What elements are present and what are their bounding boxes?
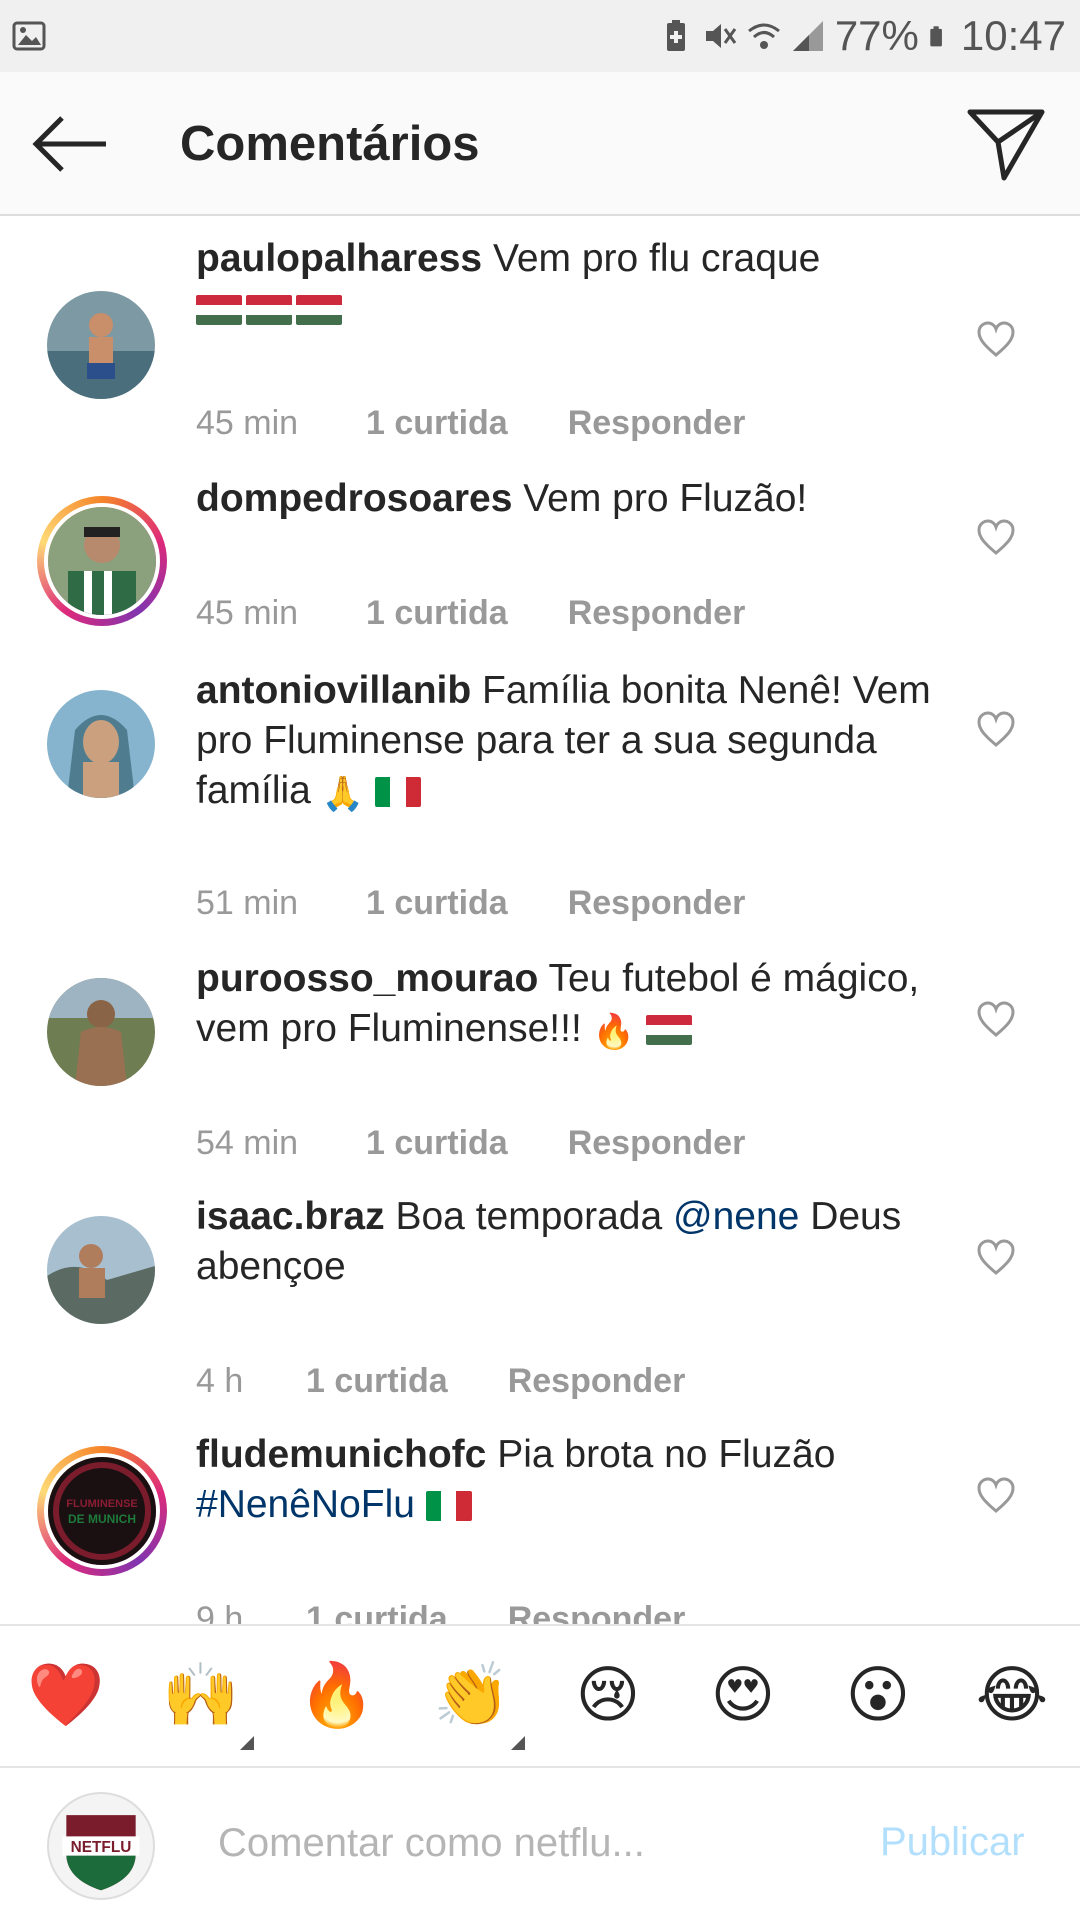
reply-button[interactable]: Responder (508, 1600, 686, 1624)
comments-list[interactable]: paulopalharess Vem pro flu craque 45 min… (0, 216, 1080, 1624)
emoji-crying-button[interactable]: 😢 (568, 1656, 648, 1736)
reply-button[interactable]: Responder (568, 884, 746, 923)
comment-time: 45 min (196, 404, 299, 442)
like-heart-icon[interactable] (976, 518, 1016, 556)
my-avatar: NETFLU (47, 1792, 155, 1900)
like-heart-icon[interactable] (976, 710, 1016, 748)
comment-time: 54 min (196, 1124, 299, 1162)
comment-meta: 9 h 1 curtida Responder (196, 1600, 685, 1624)
battery-percent: 77% (834, 12, 919, 59)
avatar-logo-text: FLUMINENSE (66, 1498, 138, 1510)
comment-likes[interactable]: 1 curtida (306, 1600, 448, 1624)
comment-meta: 45 min 1 curtida Responder (196, 594, 745, 633)
signal-icon (792, 21, 823, 51)
emoji-heart-eyes-button[interactable]: 😍 (703, 1656, 783, 1736)
avatar[interactable] (47, 690, 155, 798)
comment-likes[interactable]: 1 curtida (366, 1124, 508, 1163)
mute-icon (705, 24, 737, 48)
skin-tone-indicator-icon (240, 1736, 254, 1750)
comment-username[interactable]: isaac.braz (196, 1195, 385, 1238)
comment-text: paulopalharess Vem pro flu craque (196, 234, 936, 334)
emoji-raised-hands-button[interactable]: 🙌 (161, 1656, 241, 1736)
hashtag-link[interactable]: #NenêNoFlu (196, 1483, 415, 1526)
emoji-fire-button[interactable]: 🔥 (297, 1656, 377, 1736)
hungary-flag-emoji (296, 295, 342, 325)
like-heart-icon[interactable] (976, 1238, 1016, 1276)
avatar[interactable] (47, 291, 155, 399)
direct-send-icon[interactable] (966, 106, 1046, 182)
avatar[interactable] (37, 496, 167, 626)
comment-meta: 54 min 1 curtida Responder (196, 1124, 745, 1163)
comment-time: 4 h (196, 1362, 244, 1400)
avatar[interactable] (47, 1216, 155, 1324)
back-arrow-icon[interactable] (30, 112, 110, 176)
battery-icon (930, 26, 942, 47)
comment-text: puroosso_mourao Teu futebol é mágico, ve… (196, 954, 936, 1057)
reply-button[interactable]: Responder (568, 594, 746, 633)
skin-tone-indicator-icon (511, 1736, 525, 1750)
hungary-flag-emoji (196, 295, 242, 325)
comment-username[interactable]: fludemunichofc (196, 1433, 486, 1476)
status-bar: 77% 10:47 (0, 0, 1080, 72)
comment-text: fludemunichofc Pia brota no Fluzão #Nenê… (196, 1430, 936, 1530)
italy-flag-emoji (425, 1491, 472, 1521)
wifi-icon (747, 23, 780, 49)
comment-likes[interactable]: 1 curtida (366, 594, 508, 633)
reply-button[interactable]: Responder (568, 1124, 746, 1163)
avatar[interactable] (47, 978, 155, 1086)
emoji-laughing-button[interactable]: 😂 (972, 1656, 1052, 1736)
fire-emoji: 🔥 (592, 1013, 635, 1051)
comment-meta: 51 min 1 curtida Responder (196, 884, 745, 923)
clock: 10:47 (960, 12, 1066, 59)
reply-button[interactable]: Responder (568, 404, 746, 443)
reply-button[interactable]: Responder (508, 1362, 686, 1401)
italy-flag-emoji (374, 777, 421, 807)
like-heart-icon[interactable] (976, 1000, 1016, 1038)
hungary-flag-emoji (246, 295, 292, 325)
pray-emoji: 🙏 (321, 775, 365, 813)
comment-body: Vem pro Fluzão! (523, 477, 808, 520)
comment-likes[interactable]: 1 curtida (306, 1362, 448, 1401)
hungary-flag-emoji (645, 1015, 692, 1045)
emoji-quick-bar: ❤️ 🙌 🔥 👏 😢 😍 😮 😂 (0, 1624, 1080, 1768)
comment-input[interactable] (216, 1812, 860, 1874)
like-heart-icon[interactable] (976, 320, 1016, 358)
comment-username[interactable]: puroosso_mourao (196, 957, 538, 1000)
comment-text: isaac.braz Boa temporada @nene Deus aben… (196, 1192, 936, 1292)
mention-link[interactable]: @nene (673, 1195, 799, 1238)
comment-username[interactable]: antoniovillanib (196, 669, 471, 712)
emoji-clap-button[interactable]: 👏 (432, 1656, 512, 1736)
comment-text: dompedrosoares Vem pro Fluzão! (196, 474, 936, 524)
page-title: Comentários (180, 117, 480, 171)
comment-meta: 45 min 1 curtida Responder (196, 404, 745, 443)
avatar[interactable]: FLUMINENSE DE MUNICH (37, 1446, 167, 1576)
publish-button[interactable]: Publicar (880, 1820, 1025, 1865)
comment-likes[interactable]: 1 curtida (366, 884, 508, 923)
comment-text: antoniovillanib Família bonita Nenê! Vem… (196, 666, 936, 819)
comment-body: Pia brota no Fluzão (497, 1433, 836, 1476)
comment-body: Boa temporada (395, 1195, 663, 1238)
comment-username[interactable]: paulopalharess (196, 237, 482, 280)
comment-username[interactable]: dompedrosoares (196, 477, 512, 520)
header: Comentários (0, 72, 1080, 216)
gallery-icon (12, 21, 46, 51)
comment-meta: 4 h 1 curtida Responder (196, 1362, 685, 1401)
comment-time: 9 h (196, 1600, 244, 1624)
avatar-logo-text: DE MUNICH (68, 1512, 136, 1526)
comment-time: 51 min (196, 884, 299, 922)
emoji-heart-button[interactable]: ❤️ (26, 1656, 106, 1736)
emoji-surprised-button[interactable]: 😮 (838, 1656, 918, 1736)
comment-body: Vem pro flu craque (492, 237, 821, 280)
comment-likes[interactable]: 1 curtida (366, 404, 508, 443)
like-heart-icon[interactable] (976, 1476, 1016, 1514)
comment-time: 45 min (196, 594, 299, 632)
battery-saver-icon (666, 20, 685, 51)
avatar-logo-text: NETFLU (71, 1839, 132, 1856)
comment-composer: NETFLU Publicar (0, 1768, 1080, 1920)
